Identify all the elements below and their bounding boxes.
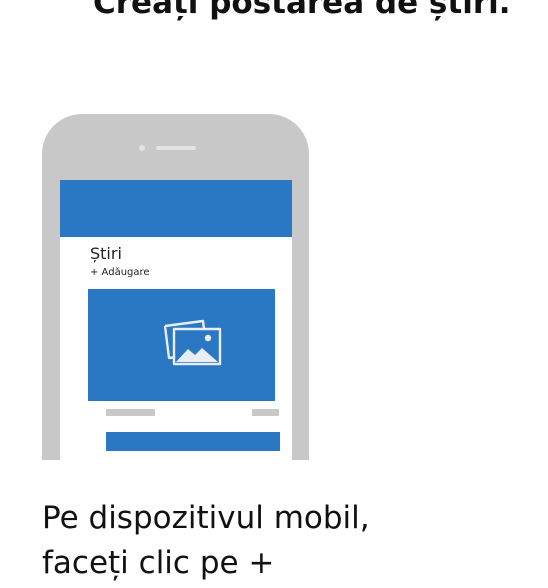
instruction-caption: Pe dispozitivul mobil, faceți clic pe + xyxy=(42,496,522,586)
phone-camera-dot xyxy=(139,145,145,151)
phone-illustration: Știri + Adăugare xyxy=(42,114,309,460)
placeholder-text-bar xyxy=(106,409,155,416)
news-section-title: Știri xyxy=(90,244,122,263)
phone-screen: Știri + Adăugare xyxy=(60,180,292,460)
phone-speaker xyxy=(156,146,196,150)
caption-line-2: faceți clic pe + xyxy=(42,545,275,581)
app-header-bar xyxy=(60,180,292,237)
placeholder-meta-bar xyxy=(252,409,279,416)
add-news-link[interactable]: + Adăugare xyxy=(90,266,150,279)
placeholder-action-bar xyxy=(106,432,280,451)
image-gallery-icon xyxy=(163,319,222,366)
news-image-placeholder xyxy=(88,289,275,401)
caption-line-1: Pe dispozitivul mobil, xyxy=(42,500,370,536)
page-title: Creați postarea de știri. xyxy=(93,0,511,21)
